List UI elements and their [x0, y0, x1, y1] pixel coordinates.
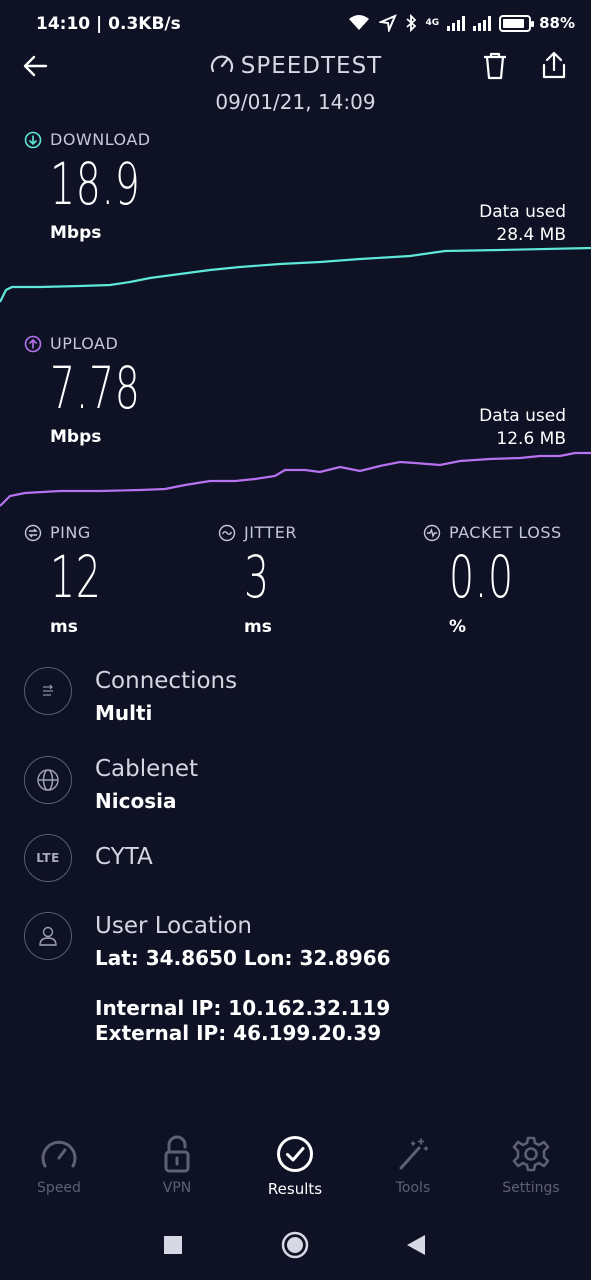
nav-settings[interactable]: Settings [472, 1128, 590, 1196]
magic-wand-icon [399, 1138, 429, 1170]
packet-loss-label: PACKET LOSS [449, 523, 562, 542]
download-label-row: DOWNLOAD [24, 130, 151, 149]
ping-unit: ms [50, 617, 78, 637]
provider-title: Cablenet [95, 756, 199, 782]
nav-vpn-label: VPN [162, 1180, 192, 1196]
jitter-unit: ms [244, 617, 272, 637]
battery-percent: 88% [539, 14, 575, 32]
upload-icon [24, 335, 42, 352]
lock-icon [164, 1135, 190, 1173]
upload-label: UPLOAD [50, 334, 119, 353]
location-coords: Lat: 34.8650 Lon: 32.8966 [95, 946, 391, 970]
network-type: 4G [425, 18, 440, 28]
status-icons: 4G 88% [347, 14, 575, 32]
download-value: 18.9 [50, 150, 141, 218]
download-graph [0, 246, 591, 303]
upload-value: 7.78 [50, 354, 141, 422]
nav-vpn[interactable]: VPN [118, 1128, 236, 1196]
home-circle-icon[interactable] [281, 1231, 309, 1259]
jitter-value: 3 [244, 543, 270, 611]
globe-icon [24, 756, 72, 804]
wifi-icon [349, 15, 370, 30]
upload-label-row: UPLOAD [24, 334, 118, 353]
trash-icon[interactable] [481, 51, 509, 81]
connections-value: Multi [95, 701, 153, 725]
nav-tools[interactable]: Tools [354, 1128, 472, 1196]
lte-badge: LTE [36, 851, 60, 865]
recents-square-icon[interactable] [164, 1236, 182, 1254]
gauge-icon [210, 55, 233, 73]
location-icon [379, 14, 398, 32]
ping-label-row: PING [24, 523, 91, 542]
nav-speed[interactable]: Speed [0, 1128, 118, 1196]
gear-icon [512, 1136, 550, 1172]
upload-data-used-label: Data used [479, 406, 566, 426]
packet-loss-icon [423, 524, 441, 541]
download-icon [24, 131, 42, 148]
bottom-nav: Speed VPN Results Tools Settings [0, 1128, 591, 1208]
system-nav-bar [0, 1224, 591, 1264]
signal-icon-2 [473, 15, 492, 31]
nav-tools-label: Tools [395, 1180, 431, 1196]
packet-loss-unit: % [449, 617, 467, 637]
jitter-label-row: JITTER [218, 523, 297, 542]
connections-title: Connections [95, 668, 238, 694]
check-circle-icon [277, 1136, 313, 1172]
jitter-icon [218, 524, 236, 541]
jitter-label: JITTER [244, 523, 297, 542]
bluetooth-icon [406, 14, 417, 32]
battery-icon [499, 14, 535, 32]
download-data-used-label: Data used [479, 202, 566, 222]
packet-loss-label-row: PACKET LOSS [423, 523, 562, 542]
ping-value: 12 [50, 543, 102, 611]
share-icon[interactable] [540, 50, 568, 80]
internal-ip: Internal IP: 10.162.32.119 [95, 996, 391, 1020]
external-ip: External IP: 46.199.20.39 [95, 1021, 382, 1045]
nav-settings-label: Settings [502, 1180, 560, 1196]
status-time: 14:10 | 0.3KB/s [36, 14, 181, 34]
status-bar: 14:10 | 0.3KB/s 4G 88% [0, 0, 591, 52]
title-text: SPEEDTEST [240, 53, 383, 79]
nav-results-label: Results [267, 1180, 323, 1198]
nav-speed-label: Speed [37, 1180, 81, 1196]
location-title: User Location [95, 913, 253, 939]
lte-icon: LTE [24, 834, 72, 882]
nav-results[interactable]: Results [236, 1128, 354, 1198]
download-label: DOWNLOAD [50, 130, 151, 149]
packet-loss-value: 0.0 [449, 543, 514, 611]
carrier-title: CYTA [95, 844, 153, 870]
signal-icon-1 [447, 15, 466, 31]
provider-value: Nicosia [95, 789, 177, 813]
test-date: 09/01/21, 14:09 [215, 90, 376, 114]
connections-icon [24, 667, 72, 715]
ping-icon [24, 524, 42, 541]
user-icon [24, 912, 72, 960]
speedometer-icon [41, 1140, 77, 1168]
ping-label: PING [50, 523, 91, 542]
back-triangle-icon[interactable] [406, 1234, 426, 1256]
upload-graph [0, 451, 591, 507]
